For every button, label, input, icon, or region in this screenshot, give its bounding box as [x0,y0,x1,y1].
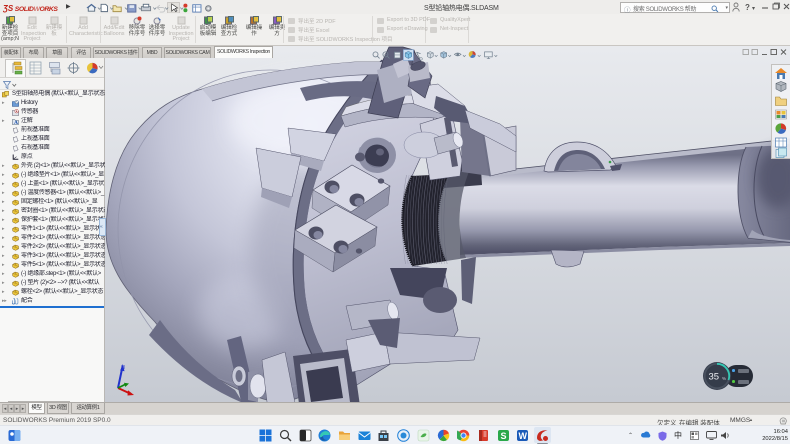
svg-text:S: S [501,431,507,441]
svg-text:%: % [722,376,726,381]
svg-text:?: ? [745,3,750,12]
svg-text:▾: ▾ [752,6,755,12]
svg-text:W: W [519,431,528,441]
svg-text:A: A [14,120,18,125]
svg-text:35: 35 [709,372,720,383]
